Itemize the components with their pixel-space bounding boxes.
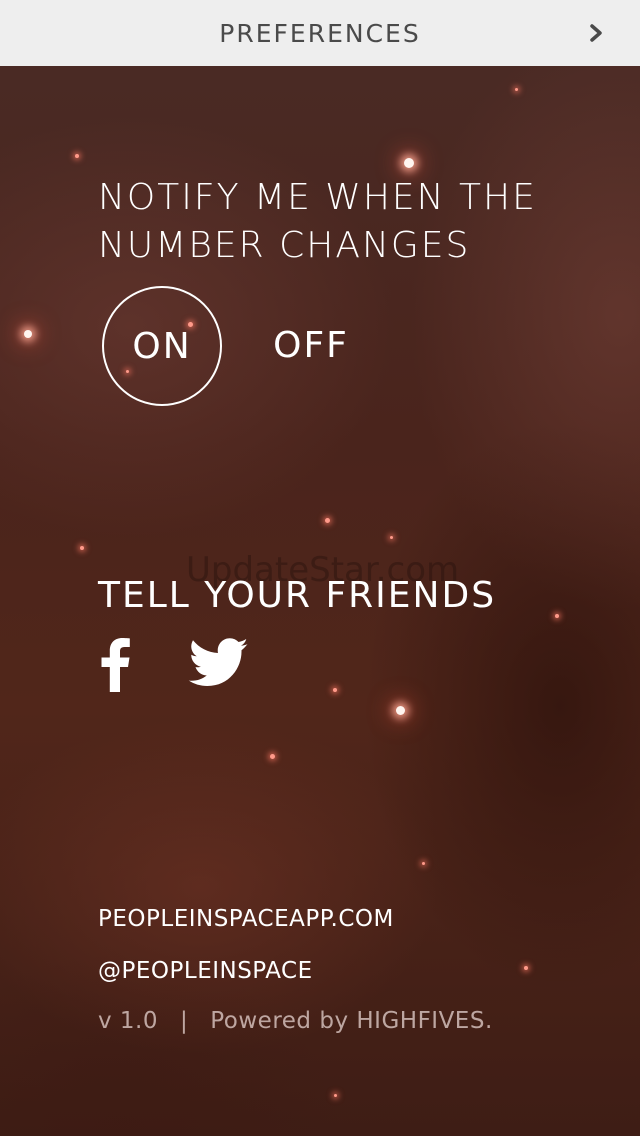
share-title: TELL YOUR FRIENDS bbox=[98, 575, 497, 616]
notify-title: NOTIFY ME WHEN THE NUMBER CHANGES bbox=[98, 174, 578, 270]
notify-on-button[interactable]: ON bbox=[102, 286, 222, 406]
website-link[interactable]: PEOPLEINSPACEAPP.COM bbox=[98, 906, 394, 932]
notify-off-button[interactable]: OFF bbox=[246, 286, 376, 404]
twitter-icon[interactable] bbox=[188, 638, 250, 688]
notify-title-line1: NOTIFY ME WHEN THE bbox=[98, 177, 537, 218]
footer-separator: | bbox=[180, 1008, 189, 1034]
notify-title-line2: NUMBER CHANGES bbox=[98, 225, 471, 266]
version-label: v 1.0 bbox=[98, 1008, 158, 1034]
notify-on-label: ON bbox=[132, 325, 192, 367]
footer: v 1.0 | Powered by HIGHFIVES. bbox=[98, 1008, 493, 1034]
twitter-handle-link[interactable]: @PEOPLEINSPACE bbox=[98, 958, 313, 984]
powered-by-link[interactable]: Powered by HIGHFIVES. bbox=[210, 1008, 493, 1034]
notify-off-label: OFF bbox=[273, 324, 349, 366]
facebook-icon[interactable] bbox=[100, 636, 130, 692]
